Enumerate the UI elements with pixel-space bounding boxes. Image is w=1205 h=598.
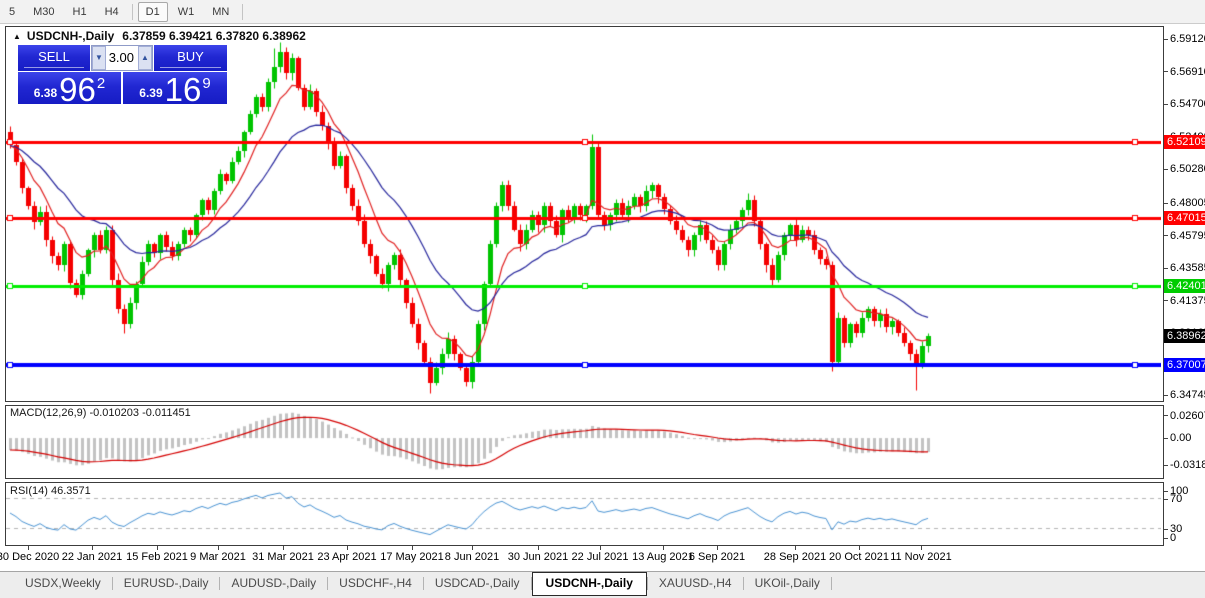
sell-price-superscript: 2 bbox=[97, 75, 105, 92]
timeframe-button-d1[interactable]: D1 bbox=[138, 2, 168, 22]
toolbar-separator bbox=[242, 4, 243, 20]
rsi-chart-canvas[interactable] bbox=[6, 483, 1161, 543]
timeframe-button-w1[interactable]: W1 bbox=[170, 2, 203, 22]
macd-axis-tick: 0.02607 bbox=[1164, 410, 1205, 422]
buy-price-superscript: 9 bbox=[202, 75, 210, 92]
timeframe-button-h4[interactable]: H4 bbox=[97, 2, 127, 22]
date-axis-label: 13 Aug 2021 bbox=[632, 551, 694, 563]
rsi-axis-tick: 70 bbox=[1164, 493, 1182, 505]
price-axis-tick: 6.50280 bbox=[1164, 163, 1205, 175]
date-axis-tick-mark bbox=[28, 546, 29, 550]
date-axis-tick-mark bbox=[600, 546, 601, 550]
buy-price-display[interactable]: 6.39 16 9 bbox=[123, 72, 227, 104]
date-axis-label: 22 Jul 2021 bbox=[572, 551, 629, 563]
sell-button-label: SELL bbox=[38, 49, 70, 64]
chart-tab-usdcnh-daily[interactable]: USDCNH-,Daily bbox=[532, 572, 647, 596]
volume-increase-button[interactable]: ▲ bbox=[138, 46, 152, 70]
chart-tab-bar: USDX,WeeklyEURUSD-,DailyAUDUSD-,DailyUSD… bbox=[0, 571, 1205, 598]
chart-header: ▲ USDCNH-,Daily 6.37859 6.39421 6.37820 … bbox=[13, 29, 306, 43]
macd-indicator-label: MACD(12,26,9) -0.010203 -0.011451 bbox=[10, 407, 191, 419]
level-price-label: 6.37007 bbox=[1164, 358, 1205, 372]
timeframe-button-5[interactable]: 5 bbox=[1, 2, 23, 22]
buy-price-big-digits: 16 bbox=[165, 75, 202, 104]
price-axis-tick: 6.34745 bbox=[1164, 389, 1205, 401]
price-axis-tick: 6.59120 bbox=[1164, 33, 1205, 45]
date-axis-tick-mark bbox=[283, 546, 284, 550]
date-axis-label: 20 Oct 2021 bbox=[829, 551, 889, 563]
date-axis-tick-mark bbox=[218, 546, 219, 550]
date-axis-tick-mark bbox=[663, 546, 664, 550]
sell-price-big-digits: 96 bbox=[59, 75, 96, 104]
date-axis-tick-mark bbox=[472, 546, 473, 550]
sell-price-prefix: 6.38 bbox=[34, 86, 57, 100]
date-axis-label: 8 Jun 2021 bbox=[445, 551, 499, 563]
date-axis-label: 30 Dec 2020 bbox=[0, 551, 59, 563]
chart-tab-usdchf-h4[interactable]: USDCHF-,H4 bbox=[328, 573, 423, 594]
chart-tab-ukoil-daily[interactable]: UKOil-,Daily bbox=[744, 573, 831, 594]
terminal-window: 5M30H1H4 D1W1MN ▲ USDCNH-,Daily 6.37859 6… bbox=[0, 0, 1205, 598]
current-price-label: 6.38962 bbox=[1164, 329, 1205, 343]
level-price-label: 6.52109 bbox=[1164, 135, 1205, 149]
date-axis-tick-mark bbox=[412, 546, 413, 550]
volume-input[interactable]: 3.00 bbox=[107, 46, 137, 70]
volume-decrease-button[interactable]: ▼ bbox=[92, 46, 106, 70]
timeframe-button-mn[interactable]: MN bbox=[204, 2, 237, 22]
date-axis-tick-mark bbox=[538, 546, 539, 550]
buy-button-underline bbox=[160, 67, 221, 68]
date-axis-label: 11 Nov 2021 bbox=[890, 551, 952, 563]
tab-separator bbox=[831, 577, 832, 590]
price-axis-tick: 6.45795 bbox=[1164, 230, 1205, 242]
chart-symbol-title: USDCNH-,Daily bbox=[27, 29, 114, 43]
date-axis-label: 23 Apr 2021 bbox=[317, 551, 376, 563]
date-axis-label: 30 Jun 2021 bbox=[508, 551, 569, 563]
sell-button[interactable]: SELL bbox=[18, 45, 90, 71]
date-axis-label: 31 Mar 2021 bbox=[252, 551, 314, 563]
timeframe-button-m30[interactable]: M30 bbox=[25, 2, 62, 22]
price-axis-tick: 6.43585 bbox=[1164, 262, 1205, 274]
macd-axis-tick: 0.00 bbox=[1164, 432, 1191, 444]
rsi-indicator-label: RSI(14) 46.3571 bbox=[10, 485, 91, 497]
rsi-pane bbox=[5, 482, 1164, 546]
volume-box: ▼ 3.00 ▲ bbox=[91, 45, 153, 71]
macd-axis-tick: -0.03187 bbox=[1164, 459, 1205, 471]
date-axis-label: 15 Feb 2021 bbox=[126, 551, 188, 563]
chart-tab-eurusd-daily[interactable]: EURUSD-,Daily bbox=[113, 573, 220, 594]
chart-tab-audusd-daily[interactable]: AUDUSD-,Daily bbox=[220, 573, 327, 594]
date-axis-label: 6 Sep 2021 bbox=[689, 551, 745, 563]
price-axis-tick: 6.41375 bbox=[1164, 295, 1205, 307]
date-axis-tick-mark bbox=[157, 546, 158, 550]
rsi-axis-tick: 0 bbox=[1164, 532, 1176, 544]
buy-price-prefix: 6.39 bbox=[139, 86, 162, 100]
chart-tab-xauusd-h4[interactable]: XAUUSD-,H4 bbox=[648, 573, 743, 594]
chart-tab-usdcad-daily[interactable]: USDCAD-,Daily bbox=[424, 573, 531, 594]
toolbar-separator bbox=[132, 4, 133, 20]
date-axis-tick-mark bbox=[717, 546, 718, 550]
price-axis-tick: 6.56910 bbox=[1164, 66, 1205, 78]
trade-panel-toggle-icon[interactable]: ▲ bbox=[13, 32, 21, 41]
buy-button[interactable]: BUY bbox=[154, 45, 227, 71]
level-price-label: 6.42401 bbox=[1164, 279, 1205, 293]
price-axis-tick: 6.54700 bbox=[1164, 98, 1205, 110]
level-price-label: 6.47015 bbox=[1164, 211, 1205, 225]
date-axis-tick-mark bbox=[347, 546, 348, 550]
date-axis-tick-mark bbox=[92, 546, 93, 550]
date-axis-tick-mark bbox=[795, 546, 796, 550]
timeframe-button-h1[interactable]: H1 bbox=[65, 2, 95, 22]
date-axis-label: 9 Mar 2021 bbox=[190, 551, 246, 563]
chart-ohlc-values: 6.37859 6.39421 6.37820 6.38962 bbox=[122, 29, 306, 43]
date-axis-tick-mark bbox=[921, 546, 922, 550]
one-click-trade-panel: SELL ▼ 3.00 ▲ BUY 6.38 96 2 6.39 16 9 bbox=[18, 45, 227, 104]
sell-price-display[interactable]: 6.38 96 2 bbox=[18, 72, 121, 104]
buy-button-label: BUY bbox=[177, 49, 204, 64]
chart-tab-usdx-weekly[interactable]: USDX,Weekly bbox=[14, 573, 112, 594]
date-axis-label: 28 Sep 2021 bbox=[764, 551, 826, 563]
timeframe-toolbar: 5M30H1H4 D1W1MN bbox=[0, 0, 1205, 24]
sell-button-underline bbox=[24, 67, 84, 68]
date-axis-label: 17 May 2021 bbox=[380, 551, 444, 563]
price-axis-tick: 6.48005 bbox=[1164, 197, 1205, 209]
date-axis-label: 22 Jan 2021 bbox=[62, 551, 123, 563]
date-axis-tick-mark bbox=[859, 546, 860, 550]
